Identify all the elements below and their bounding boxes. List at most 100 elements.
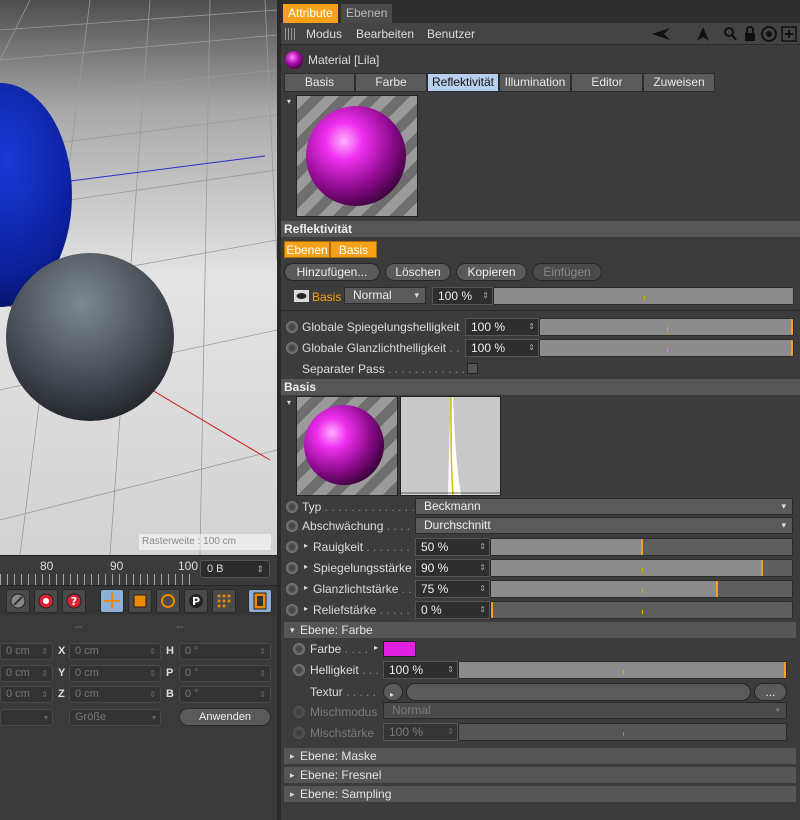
size-y-field[interactable]: 0 cm ⇕ [69,665,161,682]
stepper-icon[interactable]: ⇕ [479,560,486,576]
global-highlight-field[interactable]: 100 % ⇕ [465,339,539,357]
animation-radio[interactable] [286,321,298,333]
expand-triangle-icon[interactable]: ▸ [304,541,308,550]
animation-radio[interactable] [286,583,298,595]
expand-triangle-icon[interactable]: ▸ [304,604,308,613]
glanzlichtstaerke-slider[interactable] [490,580,793,598]
global-highlight-slider[interactable] [539,339,794,357]
rotation-p-field[interactable]: 0 ° ⇕ [179,665,271,682]
tab-zuweisen[interactable]: Zuweisen [643,73,715,92]
helligkeit-field[interactable]: 100 % ⇕ [383,661,458,679]
size-z-field[interactable]: 0 cm ⇕ [69,686,161,703]
record-icon[interactable] [34,589,58,613]
animation-radio[interactable] [286,604,298,616]
tab-reflektivitaet[interactable]: Reflektivität [427,73,499,92]
lock-icon[interactable] [743,26,757,42]
add-layer-button[interactable]: Hinzufügen... [284,263,380,281]
back-arrow-icon[interactable] [651,26,671,42]
paste-layer-button[interactable]: Einfügen [532,263,602,281]
stepper-icon[interactable]: ⇕ [482,288,489,304]
reliefstaerke-field[interactable]: 0 % ⇕ [415,601,490,619]
lock-icon[interactable] [6,589,30,613]
layer-preview[interactable] [296,396,398,496]
tab-basis[interactable]: Basis [284,73,355,92]
tab-layer-basis[interactable]: Basis [330,241,377,258]
animation-radio[interactable] [286,520,298,532]
stepper-icon[interactable]: ⇕ [528,319,535,335]
stepper-icon[interactable]: ⇕ [479,602,486,618]
section-ebene-sampling[interactable]: Ebene: Sampling [284,786,796,802]
stepper-icon[interactable]: ⇕ [528,340,535,356]
position-y-field[interactable]: 0 cm ⇕ [0,665,53,682]
stepper-icon[interactable]: ⇕ [149,687,156,702]
search-icon[interactable] [723,26,737,42]
scale-icon[interactable] [128,589,152,613]
layer-opacity-slider[interactable] [493,287,794,305]
spiegelungsstaerke-slider[interactable] [490,559,793,577]
parking-icon[interactable]: P [184,589,208,613]
separate-pass-checkbox[interactable] [467,363,478,374]
target-icon[interactable] [761,26,777,42]
typ-dropdown[interactable]: Beckmann ▾ [415,498,793,515]
position-x-field[interactable]: 0 cm ⇕ [0,643,53,660]
new-window-icon[interactable] [781,26,797,42]
rotate-icon[interactable] [156,589,180,613]
3d-viewport[interactable]: Rasterweite : 100 cm [0,0,277,555]
layer-name-basis[interactable]: Basis [312,290,341,304]
eye-icon[interactable] [294,290,309,302]
stepper-icon[interactable]: ⇕ [41,666,48,681]
tab-layer-ebenen[interactable]: Ebenen [284,241,330,258]
glanzlichtstaerke-field[interactable]: 75 % ⇕ [415,580,490,598]
stepper-icon[interactable]: ⇕ [41,644,48,659]
section-ebene-fresnel[interactable]: Ebene: Fresnel [284,767,796,783]
animation-radio[interactable] [286,501,298,513]
section-ebene-farbe[interactable]: Ebene: Farbe [284,622,796,638]
expand-triangle-icon[interactable]: ▸ [304,583,308,592]
stepper-icon[interactable]: ⇕ [479,539,486,555]
copy-layer-button[interactable]: Kopieren [456,263,527,281]
stepper-icon[interactable]: ⇕ [479,581,486,597]
textur-browse-button[interactable]: ... [754,683,787,701]
tab-editor[interactable]: Editor [571,73,643,92]
textur-menu-button[interactable]: ▸ [383,683,403,701]
reliefstaerke-slider[interactable] [490,601,793,619]
delete-layer-button[interactable]: Löschen [385,263,451,281]
rauigkeit-field[interactable]: 50 % ⇕ [415,538,490,556]
section-reflektivitaet[interactable]: Reflektivität [281,221,800,237]
stepper-icon[interactable]: ⇕ [447,662,454,678]
points-icon[interactable] [212,589,236,613]
layer-opacity-field[interactable]: 100 % ⇕ [432,287,493,305]
animation-radio[interactable] [286,562,298,574]
spiegelungsstaerke-field[interactable]: 90 % ⇕ [415,559,490,577]
animation-radio[interactable] [293,643,305,655]
apply-button[interactable]: Anwenden [179,708,271,726]
stepper-icon[interactable]: ⇕ [259,687,266,702]
rotation-h-field[interactable]: 0 ° ⇕ [179,643,271,660]
section-ebene-maske[interactable]: Ebene: Maske [284,748,796,764]
stepper-icon[interactable]: ⇕ [259,644,266,659]
animation-radio[interactable] [286,342,298,354]
rotation-b-field[interactable]: 0 ° ⇕ [179,686,271,703]
stepper-icon[interactable]: ⇕ [149,644,156,659]
global-reflection-slider[interactable] [539,318,794,336]
timeline[interactable]: 80 90 100 0 B ⇕ [0,555,277,586]
collapse-triangle-icon[interactable]: ▾ [287,97,291,106]
textur-slot[interactable] [406,683,751,701]
material-preview[interactable] [296,95,418,217]
tab-attribute[interactable]: Attribute [283,4,338,23]
position-z-field[interactable]: 0 cm ⇕ [0,686,53,703]
animation-radio[interactable] [293,664,305,676]
stepper-icon[interactable]: ⇕ [259,666,266,681]
expand-triangle-icon[interactable]: ▸ [374,643,378,652]
stepper-icon[interactable]: ⇕ [41,687,48,702]
tab-ebenen[interactable]: Ebenen [341,4,393,23]
film-icon[interactable] [248,589,272,613]
expand-triangle-icon[interactable]: ▸ [304,562,308,571]
tab-illumination[interactable]: Illumination [499,73,571,92]
size-mode-dropdown[interactable]: Größe ▾ [69,709,161,726]
menu-benutzer[interactable]: Benutzer [427,27,475,41]
stepper-icon[interactable]: ⇕ [149,666,156,681]
helligkeit-slider[interactable] [458,661,787,679]
tab-farbe[interactable]: Farbe [355,73,427,92]
farbe-color-swatch[interactable] [383,641,416,657]
